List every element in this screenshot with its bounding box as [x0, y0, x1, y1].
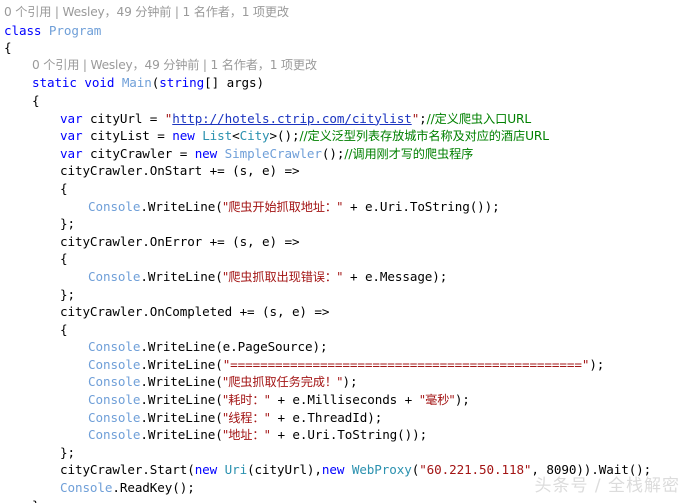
code-line-writeline-thread[interactable]: Console.WriteLine("线程：" + e.ThreadId);: [0, 409, 689, 427]
comment-citycrawler: //调用刚才写的爬虫程序: [344, 146, 474, 161]
keyword-void: void: [84, 75, 115, 91]
code-line-onerror[interactable]: cityCrawler.OnError += (s, e) =>: [0, 233, 689, 251]
keyword-new: new: [321, 462, 345, 478]
expr-uri-tostring: + e.Uri.ToString());: [342, 198, 500, 214]
string-crawl-error: "爬虫抓取出现错误：": [222, 269, 343, 284]
method-writeline: .WriteLine(: [140, 356, 223, 372]
string-proxy-ip: "60.221.50.118": [419, 462, 532, 478]
code-line-open-brace-onstart[interactable]: {: [0, 180, 689, 198]
punct-generic-open: <: [232, 128, 240, 144]
expr-milliseconds: + e.Milliseconds +: [269, 392, 420, 408]
type-name-program: Program: [48, 22, 102, 38]
string-elapsed-label: "耗时：": [222, 393, 270, 408]
punct-generic-close: >();: [269, 128, 300, 144]
method-writeline: .WriteLine(: [140, 427, 223, 443]
code-line-cityurl[interactable]: var cityUrl = "http://hotels.ctrip.com/c…: [0, 110, 689, 128]
type-city: City: [239, 128, 270, 144]
code-line-onstart[interactable]: cityCrawler.OnStart += (s, e) =>: [0, 162, 689, 180]
keyword-class: class: [4, 22, 42, 38]
punct-brackets: [] args): [204, 75, 264, 91]
keyword-new: new: [194, 462, 218, 478]
keyword-new: new: [194, 145, 218, 161]
string-address-label: "地址：": [222, 428, 270, 443]
code-line-open-brace-onerror[interactable]: {: [0, 250, 689, 268]
codelens-class[interactable]: 0 个引用 | Wesley，49 分钟前 | 1 名作者，1 项更改: [0, 4, 689, 22]
keyword-new: new: [172, 128, 195, 144]
code-line-writeline-separator[interactable]: Console.WriteLine("=====================…: [0, 356, 689, 374]
expr-message: + e.Message);: [342, 268, 448, 284]
string-crawl-start: "爬虫开始抓取地址：": [222, 199, 343, 214]
class-console: Console: [88, 427, 141, 443]
code-line-close-brace-method[interactable]: }: [0, 497, 689, 503]
code-line-main-signature[interactable]: static void Main(string[] args): [0, 74, 689, 92]
method-writeline: .WriteLine(: [140, 198, 223, 214]
punct-close: );: [342, 374, 358, 390]
punct-close: );: [454, 392, 470, 408]
expr-threadid: + e.ThreadId);: [269, 409, 383, 425]
type-list: List: [202, 128, 233, 144]
class-console: Console: [88, 374, 141, 390]
method-writeline: .WriteLine(: [140, 392, 223, 408]
method-name-main: Main: [121, 75, 152, 91]
code-line-close-brace-onstart[interactable]: };: [0, 215, 689, 233]
keyword-var: var: [60, 145, 83, 161]
comment-citylist: //定义泛型列表存放城市名称及对应的酒店URL: [299, 129, 549, 144]
string-separator: "=======================================…: [222, 356, 590, 372]
code-editor-content[interactable]: 0 个引用 | Wesley，49 分钟前 | 1 名作者，1 项更改 clas…: [0, 0, 689, 503]
code-line-open-brace-oncompleted[interactable]: {: [0, 321, 689, 339]
string-task-complete: "爬虫抓取任务完成！": [222, 375, 343, 390]
punct-semicolon: ;: [419, 110, 427, 126]
class-console: Console: [88, 198, 141, 214]
expr-readkey: .ReadKey();: [112, 480, 195, 496]
method-writeline: .WriteLine(: [140, 409, 223, 425]
code-line-writeline-address[interactable]: Console.WriteLine("地址：" + e.Uri.ToString…: [0, 426, 689, 444]
code-line-writeline-complete[interactable]: Console.WriteLine("爬虫抓取任务完成！");: [0, 373, 689, 391]
punct-call: ();: [321, 145, 345, 161]
code-line-open-brace-class[interactable]: {: [0, 39, 689, 57]
method-writeline: .WriteLine(: [140, 374, 223, 390]
code-line-citylist[interactable]: var cityList = new List<City>();//定义泛型列表…: [0, 127, 689, 145]
code-line-writeline-pagesource[interactable]: Console.WriteLine(e.PageSource);: [0, 338, 689, 356]
code-editor-screenshot: 0 个引用 | Wesley，49 分钟前 | 1 名作者，1 项更改 clas…: [0, 0, 689, 503]
class-console: Console: [88, 409, 141, 425]
string-ms-unit: "毫秒": [419, 393, 455, 408]
code-line-onerror-writeline[interactable]: Console.WriteLine("爬虫抓取出现错误：" + e.Messag…: [0, 268, 689, 286]
expr-start: cityCrawler.Start(: [60, 462, 195, 478]
code-line-close-brace-onerror[interactable]: };: [0, 286, 689, 304]
keyword-var: var: [60, 128, 83, 144]
comment-cityurl: //定义爬虫入口URL: [426, 111, 532, 126]
expr-pagesource: .WriteLine(e.PageSource);: [140, 339, 328, 355]
watermark: 头条号 / 全栈解密: [534, 476, 680, 496]
type-webproxy: WebProxy: [351, 462, 412, 478]
code-line-open-brace-method[interactable]: {: [0, 92, 689, 110]
class-console: Console: [88, 268, 141, 284]
class-console: Console: [88, 339, 141, 355]
code-line-oncompleted[interactable]: cityCrawler.OnCompleted += (s, e) =>: [0, 303, 689, 321]
type-uri: Uri: [224, 462, 248, 478]
keyword-string: string: [159, 75, 205, 91]
code-line-citycrawler-init[interactable]: var cityCrawler = new SimpleCrawler();//…: [0, 145, 689, 163]
method-writeline: .WriteLine(: [140, 268, 223, 284]
variable-citylist: cityList =: [89, 128, 173, 144]
class-console: Console: [88, 356, 141, 372]
class-console: Console: [60, 480, 113, 496]
code-line-close-brace-oncompleted[interactable]: };: [0, 444, 689, 462]
code-line-onstart-writeline[interactable]: Console.WriteLine("爬虫开始抓取地址：" + e.Uri.To…: [0, 198, 689, 216]
variable-cityurl: cityUrl =: [89, 110, 165, 126]
code-line-class-declaration[interactable]: class Program: [0, 22, 689, 40]
string-thread-label: "线程：": [222, 410, 270, 425]
code-line-writeline-elapsed[interactable]: Console.WriteLine("耗时：" + e.Milliseconds…: [0, 391, 689, 409]
expr-uri: + e.Uri.ToString());: [269, 427, 428, 443]
codelens-method[interactable]: 0 个引用 | Wesley，49 分钟前 | 1 名作者，1 项更改: [0, 57, 689, 75]
url-literal[interactable]: http://hotels.ctrip.com/citylist: [172, 111, 412, 126]
class-console: Console: [88, 392, 141, 408]
variable-citycrawler: cityCrawler =: [89, 145, 195, 161]
punct-close: );: [589, 356, 605, 372]
arg-cityurl: (cityUrl),: [247, 462, 322, 478]
keyword-var: var: [60, 110, 83, 126]
type-simplecrawler: SimpleCrawler: [224, 145, 322, 161]
keyword-static: static: [32, 75, 77, 91]
